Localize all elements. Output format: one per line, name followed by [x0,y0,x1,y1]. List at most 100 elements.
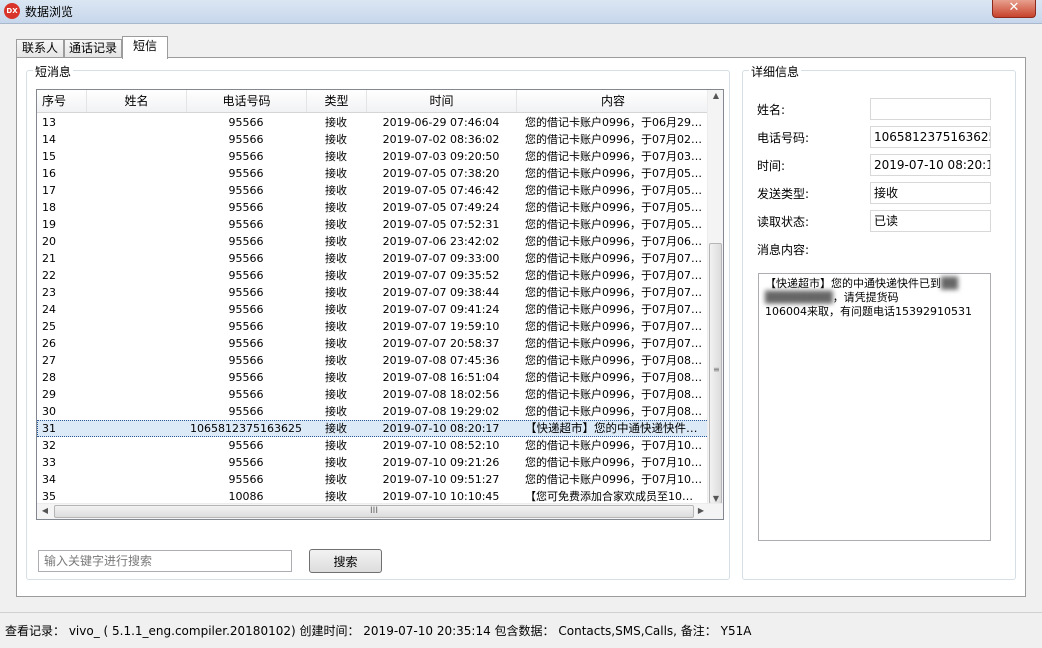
table-row[interactable]: 17 95566 接收 2019-07-05 07:46:42 您的借记卡账户0996，… [37,182,709,199]
table-row[interactable]: 19 95566 接收 2019-07-05 07:52:31 您的借记卡账户0996，… [37,216,709,233]
detail-phone-field[interactable]: 1065812375163625 [870,126,991,148]
scroll-up-arrow-icon[interactable]: ▲ [708,91,723,100]
table-row[interactable]: 15 95566 接收 2019-07-03 09:20:50 您的借记卡账户0996，… [37,148,709,165]
table-row[interactable]: 28 95566 接收 2019-07-08 16:51:04 您的借记卡账户0996，… [37,369,709,386]
tab-contacts[interactable]: 联系人 [16,39,64,58]
table-row[interactable]: 30 95566 接收 2019-07-08 19:29:02 您的借记卡账户0996，… [37,403,709,420]
table-row[interactable]: 20 95566 接收 2019-07-06 23:42:02 您的借记卡账户0996，… [37,233,709,250]
horizontal-scroll-thumb[interactable]: III [54,505,694,518]
table-row[interactable]: 25 95566 接收 2019-07-07 19:59:10 您的借记卡账户0996，… [37,318,709,335]
table-row[interactable]: 14 95566 接收 2019-07-02 08:36:02 您的借记卡账户0996，… [37,131,709,148]
search-button[interactable]: 搜索 [309,549,382,573]
column-header-time[interactable]: 时间 [367,90,517,112]
detail-time-field[interactable]: 2019-07-10 08:20:17 [870,154,991,176]
vertical-scroll-thumb[interactable]: ≡ [709,243,722,504]
app-logo-icon: DX [4,3,20,19]
cell-name [87,301,185,318]
scroll-down-arrow-icon[interactable]: ▼ [708,494,723,503]
column-header-name[interactable]: 姓名 [87,90,187,112]
table-row[interactable]: 33 95566 接收 2019-07-10 09:21:26 您的借记卡账户0996，… [37,454,709,471]
cell-time: 2019-07-10 08:20:17 [382,422,500,435]
cell-name [87,165,185,182]
detail-content-textarea[interactable]: 【快递超市】您的中通快递快件已到██ ████████，请凭提货码 106004… [758,273,991,541]
cell-no: 32 [42,439,56,452]
cell-name [87,369,185,386]
table-row[interactable]: 29 95566 接收 2019-07-08 18:02:56 您的借记卡账户0996，… [37,386,709,403]
vertical-scrollbar[interactable]: ▲ ≡ ▼ [707,90,723,504]
table-row[interactable]: 16 95566 接收 2019-07-05 07:38:20 您的借记卡账户0996，… [37,165,709,182]
cell-content: 您的借记卡账户0996，于07月08日… [525,405,707,418]
cell-phone: 95566 [228,439,264,452]
redacted-text: ██ [941,277,958,290]
cell-name [87,318,185,335]
tab-sms[interactable]: 短信 [122,36,168,59]
cell-no: 34 [42,473,56,486]
cell-content: 您的借记卡账户0996，于07月06日… [525,235,707,248]
table-row[interactable]: 32 95566 接收 2019-07-10 08:52:10 您的借记卡账户0996，… [37,437,709,454]
cell-content: 您的借记卡账户0996，于07月05日… [525,184,707,197]
column-header-type[interactable]: 类型 [307,90,367,112]
scroll-left-arrow-icon[interactable]: ◀ [37,506,53,515]
cell-phone: 95566 [228,218,264,231]
cell-name [87,114,185,131]
window-title: 数据浏览 [25,5,74,19]
table-row[interactable]: 18 95566 接收 2019-07-05 07:49:24 您的借记卡账户0996，… [37,199,709,216]
cell-name [87,267,185,284]
cell-phone: 95566 [228,337,264,350]
cell-content: 您的借记卡账户0996，于07月02日… [525,133,707,146]
cell-time: 2019-07-08 07:45:36 [382,354,500,367]
cell-phone: 95566 [228,133,264,146]
cell-phone: 95566 [228,354,264,367]
cell-content: 您的借记卡账户0996，于07月05日… [525,201,707,214]
cell-type: 接收 [325,235,347,248]
cell-type: 接收 [325,184,347,197]
search-input[interactable] [38,550,292,572]
cell-phone: 95566 [228,167,264,180]
cell-phone: 95566 [228,116,264,129]
cell-no: 15 [42,150,56,163]
cell-type: 接收 [325,150,347,163]
column-header-no[interactable]: 序号 [37,90,87,112]
cell-time: 2019-07-10 09:21:26 [382,456,500,469]
detail-send-type-field[interactable]: 接收 [870,182,991,204]
table-row[interactable]: 27 95566 接收 2019-07-08 07:45:36 您的借记卡账户0996，… [37,352,709,369]
cell-content: 您的借记卡账户0996，于07月07日… [525,269,707,282]
cell-time: 2019-07-07 20:58:37 [382,337,500,350]
detail-name-field[interactable] [870,98,991,120]
cell-no: 18 [42,201,56,214]
table-row[interactable]: 13 95566 接收 2019-06-29 07:46:04 您的借记卡账户0996，… [37,114,709,131]
cell-type: 接收 [325,405,347,418]
cell-type: 接收 [325,473,347,486]
table-row[interactable]: 34 95566 接收 2019-07-10 09:51:27 您的借记卡账户0996，… [37,471,709,488]
cell-time: 2019-07-07 09:41:24 [382,303,500,316]
cell-no: 21 [42,252,56,265]
cell-phone: 95566 [228,150,264,163]
detail-name-label: 姓名: [757,103,786,117]
table-row[interactable]: 21 95566 接收 2019-07-07 09:33:00 您的借记卡账户0996，… [37,250,709,267]
cell-type: 接收 [325,456,347,469]
cell-time: 2019-07-05 07:46:42 [382,184,500,197]
cell-name [87,437,185,454]
table-row[interactable]: 31 1065812375163625 接收 2019-07-10 08:20:17 【… [37,420,709,437]
cell-no: 19 [42,218,56,231]
detail-send-type-label: 发送类型: [757,187,810,201]
cell-time: 2019-07-07 09:33:00 [382,252,500,265]
cell-no: 27 [42,354,56,367]
table-row[interactable]: 23 95566 接收 2019-07-07 09:38:44 您的借记卡账户0996，… [37,284,709,301]
detail-read-status-field[interactable]: 已读 [870,210,991,232]
scroll-right-arrow-icon[interactable]: ▶ [693,506,709,515]
cell-phone: 95566 [228,405,264,418]
table-row[interactable]: 26 95566 接收 2019-07-07 20:58:37 您的借记卡账户0996，… [37,335,709,352]
horizontal-scrollbar[interactable]: ◀ III ▶ [37,503,723,519]
cell-phone: 95566 [228,473,264,486]
table-row[interactable]: 24 95566 接收 2019-07-07 09:41:24 您的借记卡账户0996，… [37,301,709,318]
column-header-content[interactable]: 内容 [517,90,709,112]
cell-no: 31 [42,422,56,435]
table-row[interactable]: 22 95566 接收 2019-07-07 09:35:52 您的借记卡账户0996，… [37,267,709,284]
cell-content: 您的借记卡账户0996，于07月07日… [525,320,707,333]
tab-call-log[interactable]: 通话记录 [64,39,122,58]
column-header-phone[interactable]: 电话号码 [187,90,307,112]
close-icon[interactable]: ✕ [992,0,1036,18]
cell-type: 接收 [325,371,347,384]
cell-name [87,420,185,437]
